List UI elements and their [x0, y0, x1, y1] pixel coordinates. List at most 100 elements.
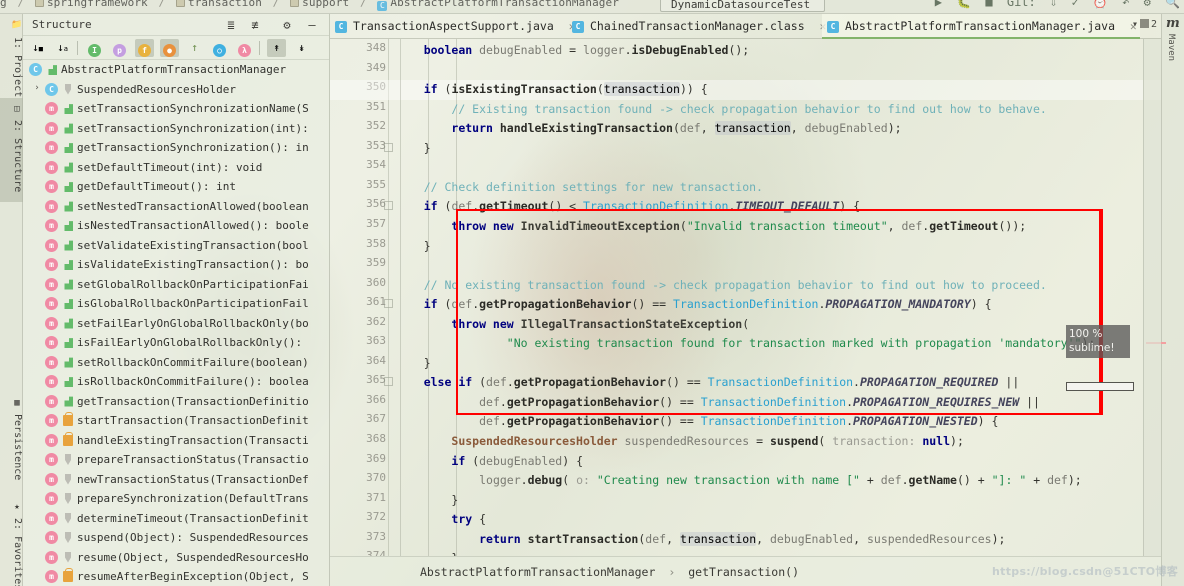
structure-tree-item[interactable]: m setRollbackOnCommitFailure(boolean): [23, 353, 329, 373]
sort-alphabetically-icon[interactable]: ↓a: [53, 39, 72, 57]
structure-tree-item[interactable]: m getTransaction(TransactionDefinitio: [23, 392, 329, 412]
crumb-2[interactable]: transaction: [188, 0, 262, 9]
structure-tree-item[interactable]: m prepareTransactionStatus(Transactio: [23, 450, 329, 470]
show-anonymous-icon[interactable]: ○: [210, 39, 229, 57]
structure-tree-item[interactable]: m resumeAfterBeginException(Object, S: [23, 567, 329, 586]
code-line-355[interactable]: // Check definition settings for new tra…: [396, 178, 763, 198]
debug-icon[interactable]: 🐛: [956, 0, 971, 9]
code-line-367[interactable]: def.getPropagationBehavior() == Transact…: [396, 412, 998, 432]
run-configuration-selector[interactable]: DynamicDatasourceTest: [660, 0, 826, 12]
structure-tree-item[interactable]: m isValidateExistingTransaction(): bo: [23, 255, 329, 275]
code-line-364[interactable]: }: [396, 354, 431, 374]
crumb-1[interactable]: springframework: [47, 0, 148, 9]
show-non-public-icon[interactable]: ●: [160, 39, 179, 57]
editor-marker-bar[interactable]: ✓: [1143, 39, 1161, 556]
structure-tree-item[interactable]: m setTransactionSynchronizationName(S: [23, 99, 329, 119]
code-line-373[interactable]: return startTransaction(def, transaction…: [396, 530, 1005, 550]
undo-icon[interactable]: ↶: [1122, 0, 1129, 9]
show-fields-icon[interactable]: f: [135, 39, 154, 57]
code-content[interactable]: boolean debugEnabled = logger.isDebugEna…: [330, 39, 1161, 556]
collapse-all-icon[interactable]: ≢: [247, 17, 263, 33]
settings-icon[interactable]: ⚙: [1144, 0, 1151, 9]
code-line-353[interactable]: }: [396, 139, 431, 159]
tab-overflow-indicator[interactable]: ▾ 2: [1132, 19, 1157, 30]
structure-tree-item[interactable]: m setTransactionSynchronization(int):: [23, 119, 329, 139]
chevron-down-icon[interactable]: ▾: [1132, 19, 1138, 30]
tab-transaction-aspect-support[interactable]: C TransactionAspectSupport.java ✕: [330, 14, 575, 39]
structure-tree-item[interactable]: m isFailEarlyOnGlobalRollbackOnly():: [23, 333, 329, 353]
gear-icon[interactable]: ⚙: [279, 17, 295, 33]
structure-tree-item[interactable]: m determineTimeout(TransactionDefinit: [23, 509, 329, 529]
search-icon[interactable]: 🔍: [1165, 0, 1180, 9]
code-line-363[interactable]: "No existing transaction found for trans…: [396, 334, 1096, 354]
structure-tree-item[interactable]: m setGlobalRollbackOnParticipationFai: [23, 275, 329, 295]
history-icon[interactable]: ⏰: [1093, 0, 1108, 9]
code-line-360[interactable]: // No existing transaction found -> chec…: [396, 276, 1047, 296]
tab-abstract-platform-transaction-manager[interactable]: C AbstractPlatformTransactionManager.jav…: [822, 14, 1140, 39]
structure-tree-item[interactable]: m isGlobalRollbackOnParticipationFail: [23, 294, 329, 314]
structure-tree-item[interactable]: m handleExistingTransaction(Transacti: [23, 431, 329, 451]
code-line-365[interactable]: else if (def.getPropagationBehavior() ==…: [396, 373, 1020, 393]
structure-tree-item[interactable]: m isRollbackOnCommitFailure(): boolea: [23, 372, 329, 392]
autoscroll-to-source-icon[interactable]: ↟: [267, 39, 286, 57]
disclosure-triangle-icon[interactable]: ⌄: [23, 63, 27, 73]
crumb-0[interactable]: g: [0, 0, 7, 9]
structure-tree-item[interactable]: m isNestedTransactionAllowed(): boole: [23, 216, 329, 236]
show-lambdas-icon[interactable]: λ: [235, 39, 254, 57]
code-line-358[interactable]: }: [396, 237, 431, 257]
code-editor[interactable]: 348 349 350 351 352 353 354 355 356 357 358 359 360 3…: [330, 39, 1161, 556]
structure-tree-item[interactable]: m newTransactionStatus(TransactionDef: [23, 470, 329, 490]
structure-tree-item[interactable]: m setFailEarlyOnGlobalRollbackOnly(bo: [23, 314, 329, 334]
structure-tree-item[interactable]: › C SuspendedResourcesHolder: [23, 80, 329, 100]
code-line-368[interactable]: SuspendedResourcesHolder suspendedResour…: [396, 432, 963, 452]
structure-tree-item[interactable]: m setDefaultTimeout(int): void: [23, 158, 329, 178]
crumb-4[interactable]: AbstractPlatformTransactionManager: [390, 0, 619, 9]
code-line-356[interactable]: if (def.getTimeout() < TransactionDefini…: [396, 197, 860, 217]
code-line-366[interactable]: def.getPropagationBehavior() == Transact…: [396, 393, 1040, 413]
structure-tree-item[interactable]: m resume(Object, SuspendedResourcesHo: [23, 548, 329, 568]
code-line-369[interactable]: if (debugEnabled) {: [396, 452, 583, 472]
code-line-351[interactable]: // Existing transaction found -> check p…: [396, 100, 1046, 120]
code-line-362[interactable]: throw new IllegalTransactionStateExcepti…: [396, 315, 749, 335]
show-inherited-icon[interactable]: I: [85, 39, 104, 57]
navigation-breadcrumb[interactable]: g / springframework / transaction / supp…: [0, 0, 619, 11]
code-line-350[interactable]: if (isExistingTransaction(transaction)) …: [396, 80, 708, 100]
hide-icon[interactable]: —: [304, 17, 320, 33]
show-properties-icon[interactable]: p: [110, 39, 129, 57]
breadcrumb-class[interactable]: AbstractPlatformTransactionManager: [420, 565, 655, 579]
editor-gutter[interactable]: 348 349 350 351 352 353 354 355 356 357 358 359 360 3…: [330, 39, 396, 556]
structure-tree-item[interactable]: ⌄C AbstractPlatformTransactionManager: [23, 60, 329, 80]
sidebar-item-favorites[interactable]: ★ 2: Favorites: [0, 496, 23, 586]
structure-tree-item[interactable]: m getDefaultTimeout(): int: [23, 177, 329, 197]
structure-tree-item[interactable]: m prepareSynchronization(DefaultTrans: [23, 489, 329, 509]
sidebar-item-project[interactable]: 📁 1: Project: [0, 14, 23, 97]
crumb-3[interactable]: support: [302, 0, 349, 9]
code-line-348[interactable]: boolean debugEnabled = logger.isDebugEna…: [396, 41, 750, 61]
code-line-357[interactable]: throw new InvalidTimeoutException("Inval…: [396, 217, 1026, 237]
code-line-374[interactable]: }: [396, 549, 458, 556]
stop-icon[interactable]: ■: [985, 0, 992, 9]
sidebar-item-maven[interactable]: Maven: [1166, 34, 1176, 61]
code-line-370[interactable]: logger.debug( o: "Creating new transacti…: [396, 471, 1082, 491]
sort-by-type-icon[interactable]: ↓■: [28, 39, 47, 57]
sidebar-item-structure[interactable]: ◫ 2: Structure: [0, 98, 23, 202]
group-by-icon[interactable]: ↑: [185, 39, 204, 57]
structure-tree-item[interactable]: m setNestedTransactionAllowed(boolean: [23, 197, 329, 217]
structure-tree-item[interactable]: m getTransactionSynchronization(): in: [23, 138, 329, 158]
update-project-icon[interactable]: ⇩: [1050, 0, 1057, 9]
structure-tree-item[interactable]: m setValidateExistingTransaction(bool: [23, 236, 329, 256]
sidebar-item-persistence[interactable]: ▦ Persistence: [0, 392, 23, 492]
expand-all-icon[interactable]: ≣: [223, 17, 239, 33]
code-line-361[interactable]: if (def.getPropagationBehavior() == Tran…: [396, 295, 992, 315]
breadcrumb-method[interactable]: getTransaction(): [688, 565, 799, 579]
structure-tree-item[interactable]: m startTransaction(TransactionDefinit: [23, 411, 329, 431]
disclosure-triangle-icon[interactable]: ›: [31, 83, 43, 93]
commit-icon[interactable]: ✓: [1071, 0, 1078, 9]
run-icon[interactable]: ▶: [935, 0, 942, 9]
code-line-352[interactable]: return handleExistingTransaction(def, tr…: [396, 119, 902, 139]
code-line-372[interactable]: try {: [396, 510, 486, 530]
tab-chained-transaction-manager[interactable]: C ChainedTransactionManager.class ✕: [567, 14, 826, 39]
code-line-371[interactable]: }: [396, 491, 458, 511]
autoscroll-from-source-icon[interactable]: ↡: [292, 39, 311, 57]
structure-tree-item[interactable]: m suspend(Object): SuspendedResources: [23, 528, 329, 548]
